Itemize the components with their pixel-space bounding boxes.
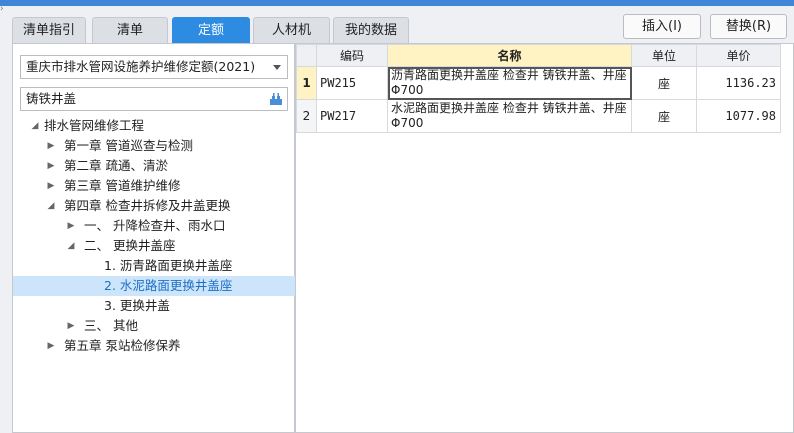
tree-item[interactable]: ◢ 第四章 检查井拆修及井盖更换 (13, 196, 296, 216)
tree-item-label: 3. 更换井盖 (104, 298, 170, 313)
row-index: 2 (296, 99, 317, 133)
replace-button[interactable]: 替换(R) (710, 14, 787, 39)
tree-item-label: 第二章 疏通、清淤 (64, 158, 168, 173)
cell-code[interactable]: PW217 (316, 99, 388, 133)
tree-item-label: 1. 沥青路面更换井盖座 (104, 258, 233, 273)
tree-item[interactable]: ▶ 第五章 泵站检修保养 (13, 336, 296, 356)
column-header-code[interactable]: 编码 (316, 44, 388, 67)
quota-library-value: 重庆市排水管网设施养护维修定额(2021) (26, 59, 256, 74)
cell-code[interactable]: PW215 (316, 66, 388, 100)
tree-item-label: 三、 其他 (84, 318, 138, 333)
tab-list[interactable]: 清单 (92, 17, 168, 43)
table-row[interactable]: 1 PW215 沥青路面更换井盖座 检查井 铸铁井盖、井座Φ700 座 1136… (296, 66, 781, 100)
quota-table: 编码 名称 单位 单价 1 PW215 沥青路面更换井盖座 检查井 铸铁井盖、井… (296, 44, 781, 133)
tree-item-label: 第三章 管道维护维修 (64, 178, 181, 193)
search-input-value: 铸铁井盖 (26, 91, 77, 106)
cell-unit[interactable]: 座 (631, 66, 697, 100)
triangle-right-icon[interactable]: ▶ (46, 336, 56, 356)
tree-item-label: 排水管网维修工程 (44, 118, 145, 133)
row-index: 1 (296, 66, 317, 100)
tree-item[interactable]: ◢ 排水管网维修工程 (13, 116, 296, 136)
tree-item-label: 第四章 检查井拆修及井盖更换 (64, 198, 231, 213)
left-panel: 重庆市排水管网设施养护维修定额(2021) 铸铁井盖 ◢ 排水管网维修工程 ▶ … (12, 43, 296, 433)
column-header-name[interactable]: 名称 (387, 44, 632, 67)
tree-item[interactable]: ▶ 三、 其他 (13, 316, 296, 336)
cell-price[interactable]: 1077.98 (696, 99, 781, 133)
tree-item[interactable]: ◢ 二、 更换井盖座 (13, 236, 296, 256)
tab-my-data[interactable]: 我的数据 (333, 17, 409, 43)
triangle-right-icon[interactable]: ▶ (66, 316, 76, 336)
cell-price[interactable]: 1136.23 (696, 66, 781, 100)
window-top-stripe (0, 0, 794, 6)
search-icon[interactable] (269, 92, 283, 106)
triangle-right-icon[interactable]: ▶ (46, 136, 56, 156)
tree-item[interactable]: ▶ 第三章 管道维护维修 (13, 176, 296, 196)
triangle-right-icon[interactable]: ▶ (46, 156, 56, 176)
cell-name[interactable]: 沥青路面更换井盖座 检查井 铸铁井盖、井座Φ700 (387, 66, 632, 100)
table-header-row: 编码 名称 单位 单价 (296, 44, 781, 67)
tab-quota[interactable]: 定额 (172, 17, 250, 43)
tree-item-label: 二、 更换井盖座 (84, 238, 176, 253)
insert-button[interactable]: 插入(I) (623, 14, 701, 39)
triangle-expanded-icon[interactable]: ◢ (66, 236, 76, 256)
tree-item[interactable]: ▶ 一、 升降检查井、雨水口 (13, 216, 296, 236)
tree-item-label: 第五章 泵站检修保养 (64, 338, 181, 353)
search-input[interactable]: 铸铁井盖 (20, 87, 288, 111)
triangle-expanded-icon[interactable]: ◢ (46, 196, 56, 216)
triangle-right-icon[interactable]: ▶ (46, 176, 56, 196)
tab-labor-material-machine[interactable]: 人材机 (253, 17, 330, 43)
cell-unit[interactable]: 座 (631, 99, 697, 133)
edge-glyph: › (0, 4, 4, 14)
chevron-down-icon (273, 65, 281, 70)
tab-list-guide[interactable]: 清单指引 (12, 17, 86, 43)
quota-library-select[interactable]: 重庆市排水管网设施养护维修定额(2021) (20, 55, 288, 79)
tree-item[interactable]: 1. 沥青路面更换井盖座 (13, 256, 296, 276)
tree-item[interactable]: ▶ 第二章 疏通、清淤 (13, 156, 296, 176)
column-header-unit[interactable]: 单位 (631, 44, 697, 67)
tree-item[interactable]: ▶ 第一章 管道巡查与检测 (13, 136, 296, 156)
quota-grid-panel: 编码 名称 单位 单价 1 PW215 沥青路面更换井盖座 检查井 铸铁井盖、井… (295, 43, 794, 433)
tree-item-selected[interactable]: 2. 水泥路面更换井盖座 (13, 276, 296, 296)
tree-item-label: 一、 升降检查井、雨水口 (84, 218, 226, 233)
tree-item-label: 第一章 管道巡查与检测 (64, 138, 193, 153)
table-row[interactable]: 2 PW217 水泥路面更换井盖座 检查井 铸铁井盖、井座Φ700 座 1077… (296, 99, 781, 133)
triangle-right-icon[interactable]: ▶ (66, 216, 76, 236)
tree-item-label: 2. 水泥路面更换井盖座 (104, 278, 233, 293)
tree-item[interactable]: 3. 更换井盖 (13, 296, 296, 316)
chapter-tree: ◢ 排水管网维修工程 ▶ 第一章 管道巡查与检测 ▶ 第二章 疏通、清淤 ▶ 第… (13, 116, 296, 356)
cell-name[interactable]: 水泥路面更换井盖座 检查井 铸铁井盖、井座Φ700 (387, 99, 632, 133)
triangle-expanded-icon[interactable]: ◢ (30, 116, 40, 136)
column-header-price[interactable]: 单价 (696, 44, 781, 67)
row-index-header (296, 44, 317, 67)
